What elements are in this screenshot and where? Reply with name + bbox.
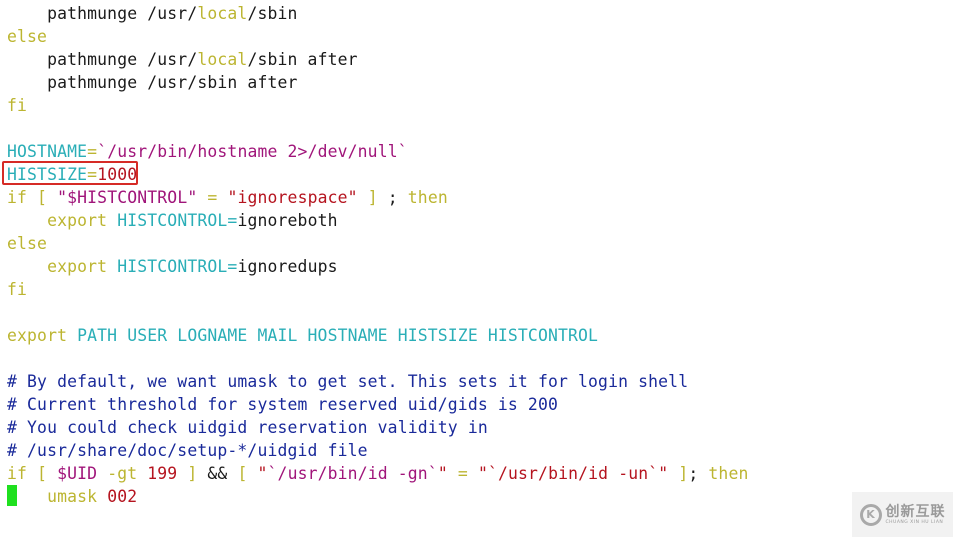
- code-token-keyword: local: [197, 4, 248, 23]
- code-token-keyword: export: [7, 326, 68, 345]
- text-cursor: [7, 485, 17, 506]
- code-line: else: [7, 232, 748, 255]
- code-token-string: `/usr/bin/id -gn`: [267, 464, 438, 483]
- code-token-string: $HISTCONTROL: [67, 188, 188, 207]
- code-token-string: ": [187, 188, 198, 207]
- code-token-keyword: if [: [7, 188, 58, 207]
- code-token-var: PATH USER LOGNAME MAIL HOSTNAME HISTSIZE…: [67, 326, 599, 345]
- code-line: pathmunge /usr/local/sbin: [7, 2, 748, 25]
- code-token-keyword: -gt: [97, 464, 148, 483]
- code-line: # By default, we want umask to get set. …: [7, 370, 748, 393]
- code-token-keyword: export: [47, 257, 108, 276]
- code-token-default: ignoreboth: [237, 211, 338, 230]
- code-token-default: /sbin after: [247, 50, 358, 69]
- code-line: if [ "$HISTCONTROL" = "ignorespace" ] ; …: [7, 186, 748, 209]
- code-token-default: [7, 257, 47, 276]
- code-token-default: [97, 487, 107, 506]
- code-token-default: /sbin: [247, 4, 298, 23]
- code-token-default: ;: [688, 464, 699, 483]
- code-line: umask 002: [7, 485, 748, 508]
- code-token-keyword: fi: [7, 96, 28, 115]
- code-token-keyword: then: [698, 464, 749, 483]
- code-token-var: =: [227, 211, 238, 230]
- code-line: ​: [7, 301, 748, 324]
- code-token-keyword: local: [197, 50, 248, 69]
- code-token-default: [107, 211, 117, 230]
- code-token-default: ;: [387, 188, 398, 207]
- code-token-keyword: [: [227, 464, 258, 483]
- code-line: else: [7, 25, 748, 48]
- code-line: pathmunge /usr/sbin after: [7, 71, 748, 94]
- code-token-default: ignoredups: [237, 257, 338, 276]
- code-token-number: 002: [107, 487, 138, 506]
- code-line: fi: [7, 278, 748, 301]
- code-token-number: `/usr/bin/id -un`: [487, 464, 659, 483]
- code-token-keyword: then: [397, 188, 448, 207]
- code-line: ​: [7, 117, 748, 140]
- code-token-var: HISTCONTROL: [117, 211, 228, 230]
- code-token-keyword: ]: [668, 464, 689, 483]
- code-token-default: [7, 211, 47, 230]
- watermark-subtext: CHUANG XIN HU LIAN: [885, 519, 944, 525]
- code-token-number: ": [477, 464, 488, 483]
- brand-logo-icon: K: [859, 503, 882, 526]
- code-line: pathmunge /usr/local/sbin after: [7, 48, 748, 71]
- code-token-keyword: export: [47, 211, 108, 230]
- code-line: fi: [7, 94, 748, 117]
- code-token-var: HOSTNAME: [7, 142, 88, 161]
- code-line: # Current threshold for system reserved …: [7, 393, 748, 416]
- code-editor[interactable]: pathmunge /usr/local/sbin else pathmunge …: [2, 2, 748, 508]
- code-line: if [ $UID -gt 199 ] && [ "`/usr/bin/id -…: [7, 462, 748, 485]
- code-token-default: pathmunge /usr/: [7, 4, 198, 23]
- code-token-default: pathmunge /usr/: [7, 50, 198, 69]
- code-token-number: ": [658, 464, 669, 483]
- code-line: export PATH USER LOGNAME MAIL HOSTNAME H…: [7, 324, 748, 347]
- code-token-keyword: =: [197, 188, 228, 207]
- highlight-box: [2, 161, 138, 185]
- code-line: HOSTNAME=`/usr/bin/hostname 2>/dev/null`: [7, 140, 748, 163]
- code-line: # /usr/share/doc/setup-*/uidgid file: [7, 439, 748, 462]
- code-token-string: $UID: [57, 464, 98, 483]
- watermark-logo: K 创新互联 CHUANG XIN HU LIAN: [852, 492, 953, 537]
- code-token-var: HISTCONTROL: [117, 257, 228, 276]
- code-token-string: ": [57, 188, 68, 207]
- code-token-keyword: fi: [7, 280, 28, 299]
- code-token-keyword: =: [447, 464, 478, 483]
- code-token-keyword: else: [7, 27, 48, 46]
- code-token-default: pathmunge /usr/sbin after: [7, 73, 298, 92]
- code-token-keyword: ]: [357, 188, 388, 207]
- code-token-comment: # By default, we want umask to get set. …: [7, 372, 689, 391]
- code-token-keyword: else: [7, 234, 48, 253]
- code-token-string: `/usr/bin/hostname 2>/dev/null`: [97, 142, 408, 161]
- code-line: HISTSIZE=1000: [2, 161, 748, 186]
- code-token-comment: # Current threshold for system reserved …: [7, 395, 558, 414]
- code-token-number: ": [257, 464, 268, 483]
- code-token-number: 199: [147, 464, 178, 483]
- code-token-keyword: ]: [177, 464, 208, 483]
- code-token-default: &&: [207, 464, 228, 483]
- code-token-number: "ignorespace": [227, 188, 358, 207]
- code-token-op: =: [87, 142, 98, 161]
- code-token-var: =: [227, 257, 238, 276]
- code-token-comment: # You could check uidgid reservation val…: [7, 418, 488, 437]
- code-token-keyword: if [: [7, 464, 58, 483]
- code-token-default: [107, 257, 117, 276]
- watermark-text: 创新互联: [885, 503, 946, 520]
- code-token-keyword: umask: [47, 487, 98, 506]
- code-token-comment: # /usr/share/doc/setup-*/uidgid file: [7, 441, 368, 460]
- code-line: # You could check uidgid reservation val…: [7, 416, 748, 439]
- code-line: export HISTCONTROL=ignoredups: [7, 255, 748, 278]
- code-line: export HISTCONTROL=ignoreboth: [7, 209, 748, 232]
- code-token-number: ": [437, 464, 448, 483]
- code-line: ​: [7, 347, 748, 370]
